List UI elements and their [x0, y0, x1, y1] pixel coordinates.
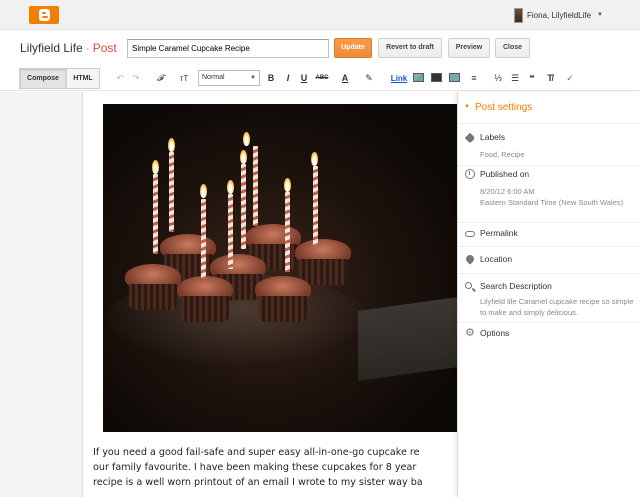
highlight-icon[interactable]: ✎ — [360, 71, 378, 86]
strikethrough-button[interactable]: ABC — [315, 71, 329, 86]
breadcrumb: Lilyfield Life · Post — [20, 41, 117, 55]
update-button[interactable]: Update — [334, 38, 372, 58]
numbered-list-icon[interactable]: ⅓ — [492, 71, 504, 86]
permalink-label: Permalink — [480, 228, 518, 238]
candle-flame — [227, 180, 234, 194]
location-label: Location — [480, 254, 513, 264]
post-title-input[interactable]: Simple Caramel Cupcake Recipe — [127, 39, 329, 58]
published-timezone: Eastern Standard Time (New South Wales) — [480, 198, 624, 207]
post-settings-title: Post settings — [475, 102, 533, 113]
candle-flame — [284, 178, 291, 192]
candle — [253, 146, 258, 226]
gift-box — [358, 296, 457, 382]
candle-flame — [240, 150, 247, 164]
published-label: Published on — [480, 169, 530, 179]
insert-video-icon[interactable] — [431, 73, 442, 82]
post-header: Lilyfield Life · Post Simple Caramel Cupca… — [0, 30, 640, 66]
post-settings-panel: ▼ Post settings Labels Food, Recipe Publ… — [457, 92, 640, 497]
close-button[interactable]: Close — [495, 38, 530, 58]
candle — [228, 194, 233, 269]
clock-icon — [465, 169, 475, 179]
labels-section[interactable]: Labels Food, Recipe — [458, 124, 640, 166]
body-line: our family favourite. I have been making… — [93, 462, 417, 473]
cupcake — [123, 264, 183, 312]
tag-icon — [464, 132, 476, 144]
permalink-section[interactable]: Permalink — [458, 223, 640, 247]
candle-flame — [152, 160, 159, 174]
cupcake-photo[interactable] — [103, 104, 457, 432]
blogger-menu-button[interactable] — [29, 6, 59, 24]
body-line: If you need a good fail-safe and super e… — [93, 447, 420, 458]
editor-toolbar: Compose HTML ↶ ↷ 𝓕 тT Normal ▼ B I U ABC… — [0, 66, 640, 91]
post-body-text[interactable]: If you need a good fail-safe and super e… — [93, 445, 457, 490]
candle — [241, 164, 246, 249]
candle-flame — [311, 152, 318, 166]
link-icon — [465, 231, 475, 237]
undo-icon[interactable]: ↶ — [114, 71, 126, 86]
labels-value: Food, Recipe — [480, 150, 525, 159]
format-select-value: Normal — [202, 74, 225, 81]
editor-margin — [0, 92, 82, 497]
published-section[interactable]: Published on 8/20/12 6:00 AM Eastern Sta… — [458, 166, 640, 223]
avatar — [514, 7, 523, 23]
html-mode-button[interactable]: HTML — [67, 68, 100, 89]
align-icon[interactable]: ≡ — [466, 71, 482, 86]
blog-name[interactable]: Lilyfield Life — [20, 41, 83, 55]
search-description-value: Lilyfield life Caramel cupcake recipe so… — [480, 297, 634, 317]
italic-button[interactable]: I — [283, 71, 293, 86]
candle-flame — [200, 184, 207, 198]
font-family-icon[interactable]: 𝓕 — [150, 71, 170, 86]
candle — [169, 152, 174, 232]
account-menu[interactable]: Fiona, LilyfieldLife ▼ — [514, 7, 603, 23]
bullet-list-icon[interactable]: ☰ — [509, 71, 521, 86]
bold-button[interactable]: B — [266, 71, 276, 86]
user-name: Fiona, LilyfieldLife — [527, 10, 592, 20]
post-settings-header[interactable]: ▼ Post settings — [458, 92, 640, 124]
chevron-down-icon: ▼ — [250, 75, 256, 81]
breadcrumb-separator: · — [85, 41, 90, 55]
format-select[interactable]: Normal ▼ — [198, 70, 260, 86]
insert-image-icon[interactable] — [413, 73, 424, 82]
location-pin-icon — [464, 253, 476, 265]
text-color-icon[interactable]: A — [336, 71, 354, 86]
candle — [201, 199, 206, 279]
candle-flame — [243, 132, 250, 146]
search-description-section[interactable]: Search Description Lilyfield life Carame… — [458, 274, 640, 323]
location-section[interactable]: Location — [458, 247, 640, 274]
options-label: Options — [480, 328, 510, 338]
triangle-down-icon: ▼ — [464, 104, 470, 110]
labels-label: Labels — [480, 132, 506, 142]
options-section[interactable]: ⚙ Options — [458, 323, 640, 347]
quote-icon[interactable]: ❝ — [526, 71, 538, 86]
insert-jump-break-icon[interactable] — [449, 73, 460, 82]
underline-button[interactable]: U — [299, 71, 309, 86]
candle — [153, 174, 158, 254]
gear-icon: ⚙ — [465, 327, 475, 339]
cupcake — [253, 276, 313, 324]
post-body-editor[interactable]: If you need a good fail-safe and super e… — [82, 92, 457, 497]
redo-icon[interactable]: ↷ — [130, 71, 142, 86]
candle — [285, 192, 290, 272]
blogger-logo-icon — [39, 9, 50, 21]
section-label: Post — [92, 41, 117, 55]
published-date: 8/20/12 6:00 AM — [480, 187, 535, 196]
link-button[interactable]: Link — [389, 71, 409, 86]
cupcake — [175, 276, 235, 324]
spellcheck-icon[interactable]: ✓ — [564, 71, 576, 86]
search-description-label: Search Description — [480, 281, 552, 291]
font-size-icon[interactable]: тT — [174, 71, 194, 86]
body-line: recipe is a well worn printout of an ema… — [93, 477, 423, 488]
chevron-down-icon: ▼ — [597, 12, 603, 18]
compose-mode-button[interactable]: Compose — [19, 68, 67, 89]
clear-formatting-icon[interactable]: T̸ — [544, 71, 556, 86]
candle-flame — [168, 138, 175, 152]
candle — [313, 166, 318, 246]
top-bar: Fiona, LilyfieldLife ▼ — [0, 0, 640, 30]
revert-to-draft-button[interactable]: Revert to draft — [378, 38, 442, 58]
search-icon — [465, 282, 472, 289]
preview-button[interactable]: Preview — [448, 38, 490, 58]
